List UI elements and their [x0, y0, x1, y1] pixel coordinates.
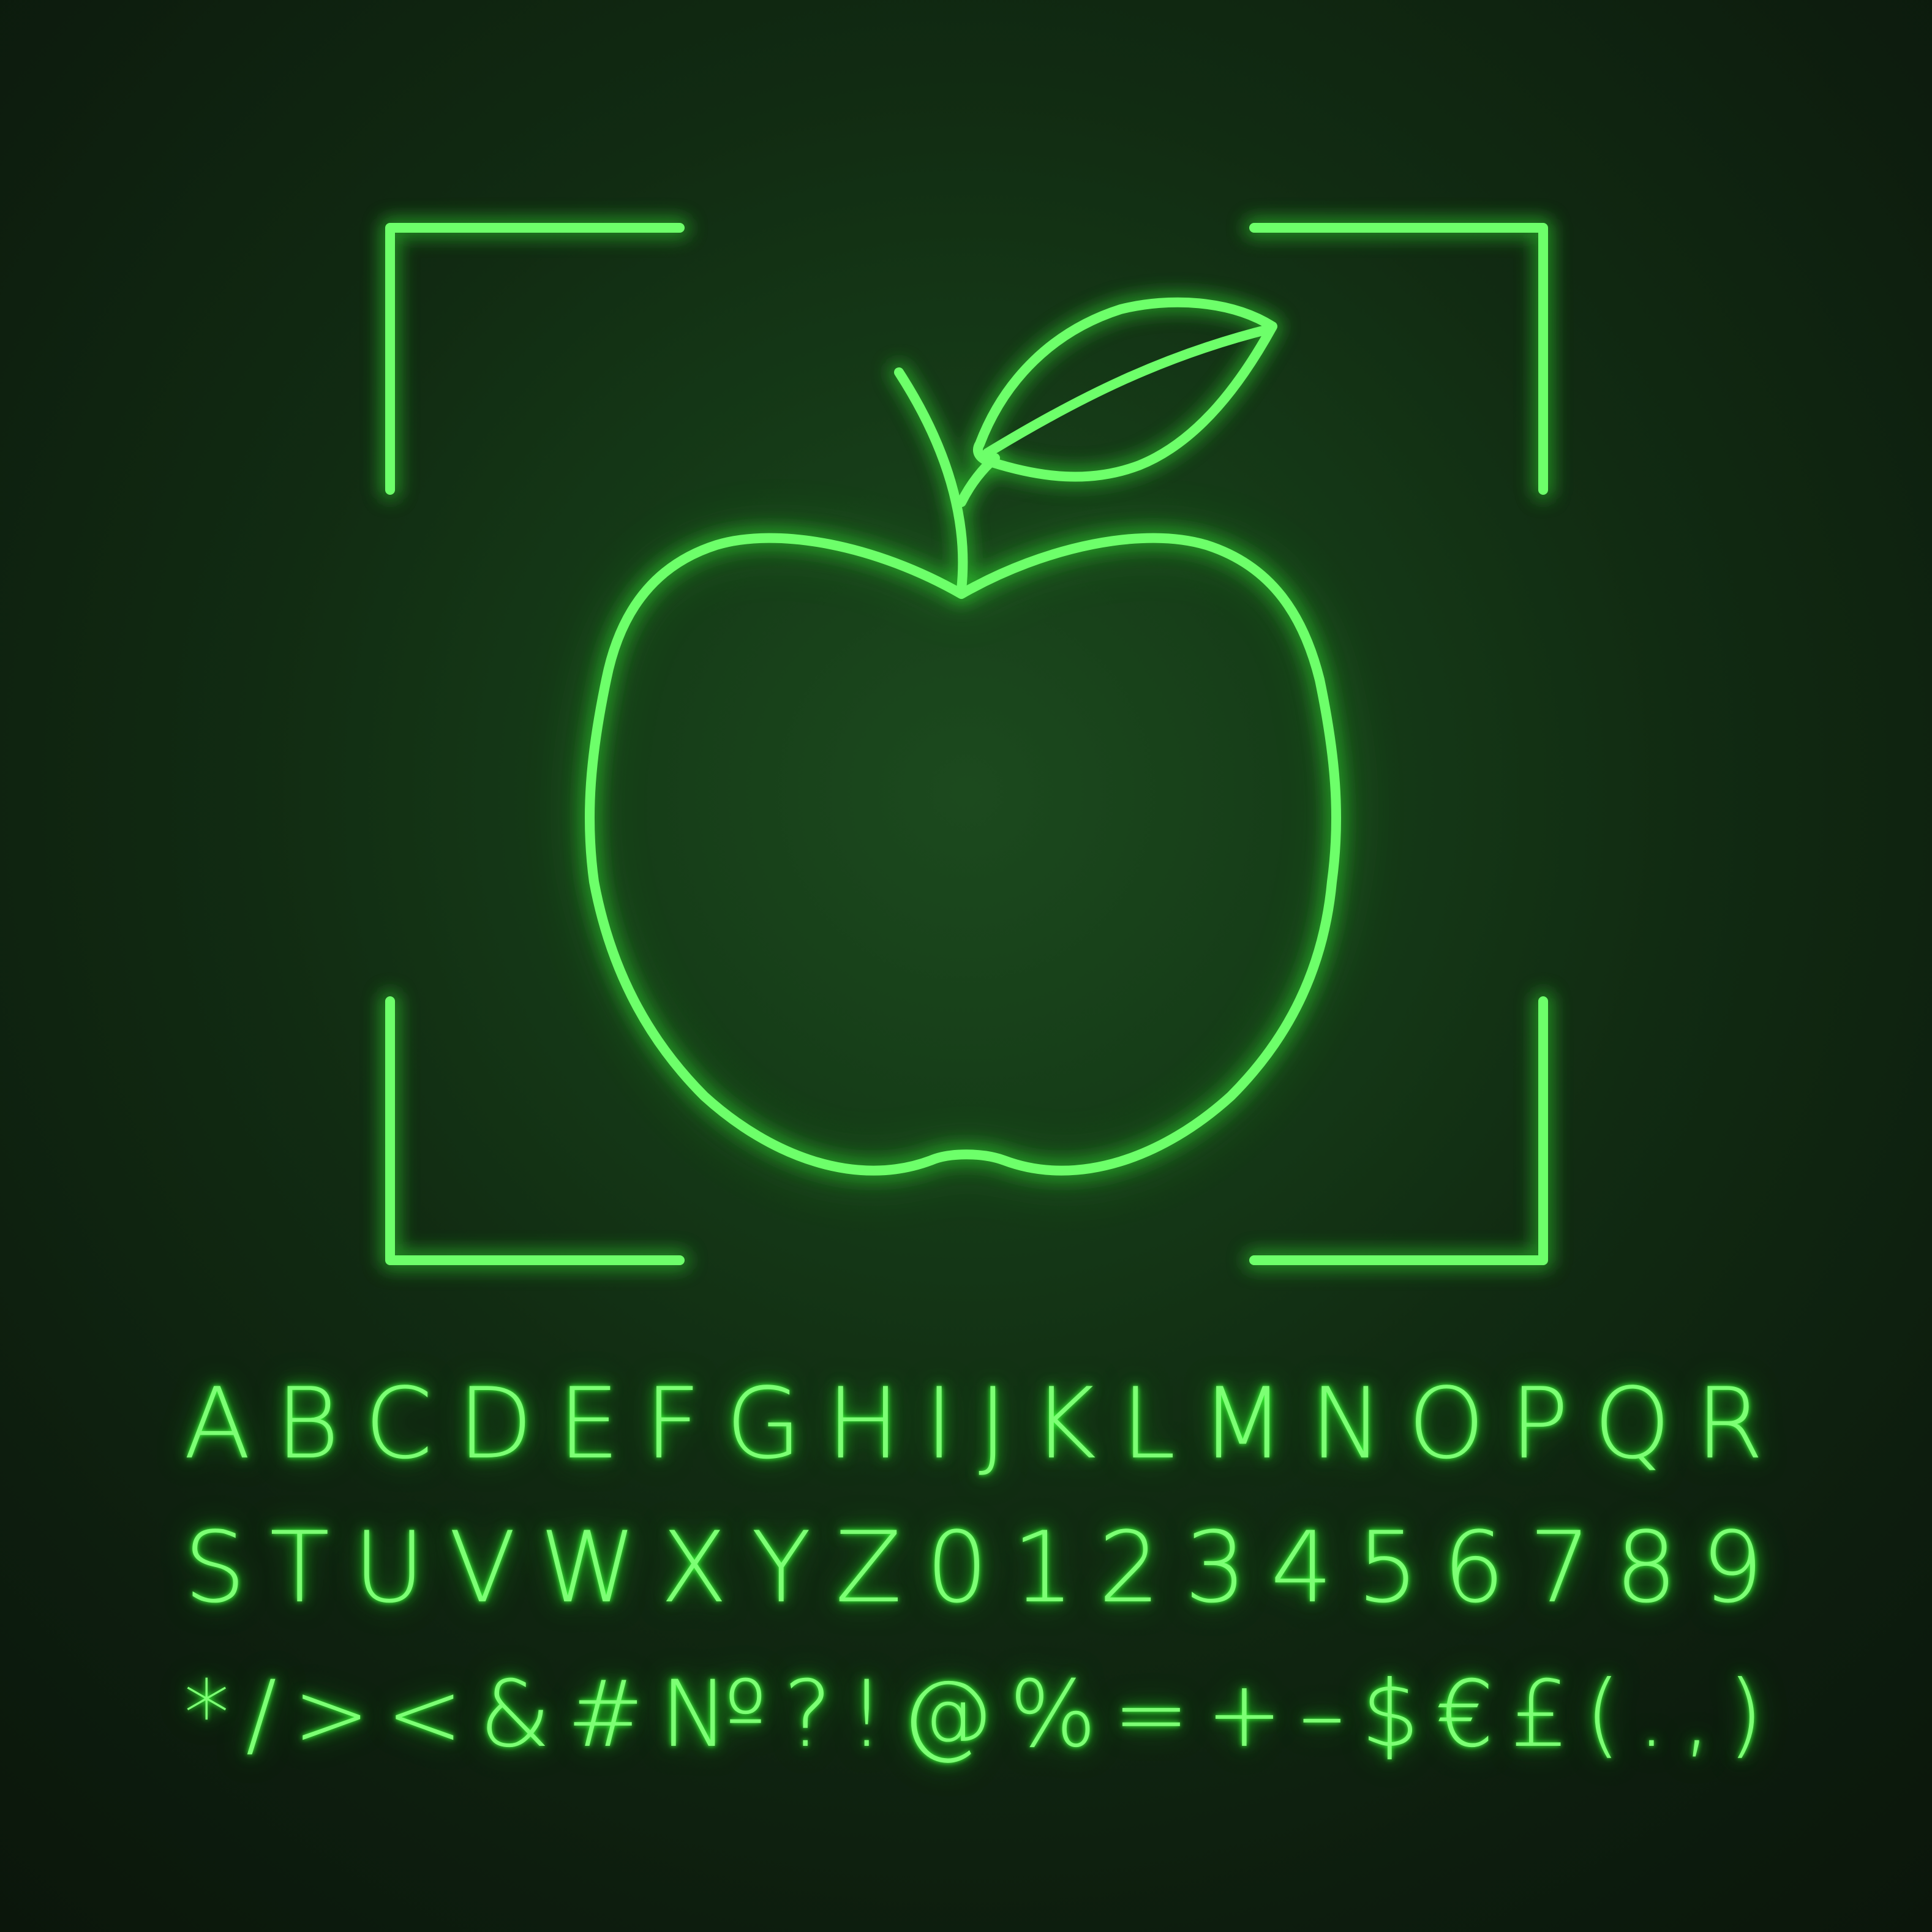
glyph-row1-10: K: [1032, 1366, 1097, 1481]
glyph-row3-4: &: [479, 1661, 551, 1768]
glyph-row2-9: 1: [1012, 1510, 1075, 1625]
glyph-row3-15: €: [1435, 1661, 1494, 1768]
glyph-row3-5: #: [566, 1661, 644, 1768]
frame-corner-bottom-left: [385, 996, 685, 1265]
glyph-row1-0: A: [184, 1366, 251, 1481]
glyph-row2-6: Y: [751, 1510, 811, 1625]
glyph-row3-1: /: [246, 1661, 277, 1768]
glyph-row1-7: H: [826, 1366, 900, 1481]
glyph-row3-7: ?: [783, 1661, 832, 1768]
glyph-row1-11: L: [1121, 1366, 1176, 1481]
glyph-row3-6: №: [660, 1661, 767, 1768]
glyph-row3-3: <: [386, 1661, 464, 1768]
glyph-row2-16: 8: [1615, 1510, 1678, 1625]
apple-neon-illustration: [380, 217, 1554, 1271]
glyph-row2-17: 9: [1701, 1510, 1764, 1625]
glyph-row1-12: M: [1200, 1366, 1285, 1481]
glyph-row1-14: O: [1408, 1366, 1486, 1481]
glyph-row2-12: 4: [1270, 1510, 1333, 1625]
apple-icon: [579, 291, 1347, 1181]
apple-leaf: [973, 297, 1277, 482]
alphabet-row-letters-a-r: ABCDEFGHIJKLMNOPQR: [184, 1372, 1764, 1476]
glyph-row3-18: .: [1637, 1661, 1666, 1768]
glyph-row3-12: +: [1206, 1661, 1283, 1768]
glyph-row2-11: 3: [1184, 1510, 1247, 1625]
glyph-row3-17: (: [1585, 1661, 1621, 1768]
glyph-row1-17: R: [1695, 1366, 1764, 1481]
glyph-row1-1: B: [275, 1366, 340, 1481]
neon-sign-canvas: ABCDEFGHIJKLMNOPQR STUVWXYZ0123456789 * /…: [0, 0, 1932, 1932]
glyph-row2-3: V: [449, 1510, 516, 1625]
glyph-row1-4: E: [557, 1366, 620, 1481]
glyph-row1-8: I: [925, 1366, 954, 1481]
glyph-row1-6: G: [725, 1366, 802, 1481]
glyph-row2-7: Z: [835, 1510, 903, 1625]
alphabet-row-letters-s-z-digits: STUVWXYZ0123456789: [184, 1516, 1764, 1620]
glyph-row2-8: 0: [926, 1510, 988, 1625]
glyph-row3-10: %: [1009, 1661, 1097, 1768]
glyph-row3-0: *: [184, 1661, 230, 1768]
glyph-row2-10: 2: [1098, 1510, 1161, 1625]
glyph-row2-15: 7: [1528, 1510, 1592, 1625]
glyph-row1-5: F: [644, 1366, 701, 1481]
apple-body: [584, 533, 1342, 1176]
glyph-row2-5: X: [660, 1510, 728, 1625]
glyph-row2-0: S: [184, 1510, 246, 1625]
glyph-row3-14: $: [1361, 1661, 1420, 1768]
glyph-row3-13: –: [1299, 1661, 1345, 1768]
glyph-row2-4: W: [539, 1510, 637, 1625]
frame-corner-top-right: [1249, 223, 1548, 495]
glyph-row3-16: £: [1510, 1661, 1569, 1768]
glyph-row1-15: P: [1509, 1366, 1569, 1481]
glyph-row2-13: 5: [1356, 1510, 1419, 1625]
glyph-row1-9: J: [978, 1366, 1008, 1481]
frame-corner-top-left: [385, 223, 685, 495]
glyph-row3-8: !: [848, 1661, 885, 1768]
alphabet-row-symbols: * / > < & # №?! @% = + – $ € £(.,): [184, 1663, 1764, 1767]
glyph-row3-2: >: [293, 1661, 370, 1768]
glyph-row2-14: 6: [1443, 1510, 1505, 1625]
glyph-row2-2: U: [353, 1510, 426, 1625]
frame-corner-bottom-right: [1249, 996, 1548, 1265]
glyph-row1-16: Q: [1593, 1366, 1671, 1481]
glyph-row1-13: N: [1309, 1366, 1383, 1481]
glyph-row3-19: ,: [1682, 1661, 1712, 1768]
glyph-row1-3: D: [457, 1366, 533, 1481]
glyph-row3-11: =: [1113, 1661, 1190, 1768]
glyph-row3-20: ): [1727, 1661, 1764, 1768]
glyph-row3-9: @: [901, 1661, 993, 1768]
glyph-row2-1: T: [269, 1510, 330, 1625]
glyph-row1-2: C: [364, 1366, 433, 1481]
focus-frame-corners: [380, 217, 1554, 1271]
